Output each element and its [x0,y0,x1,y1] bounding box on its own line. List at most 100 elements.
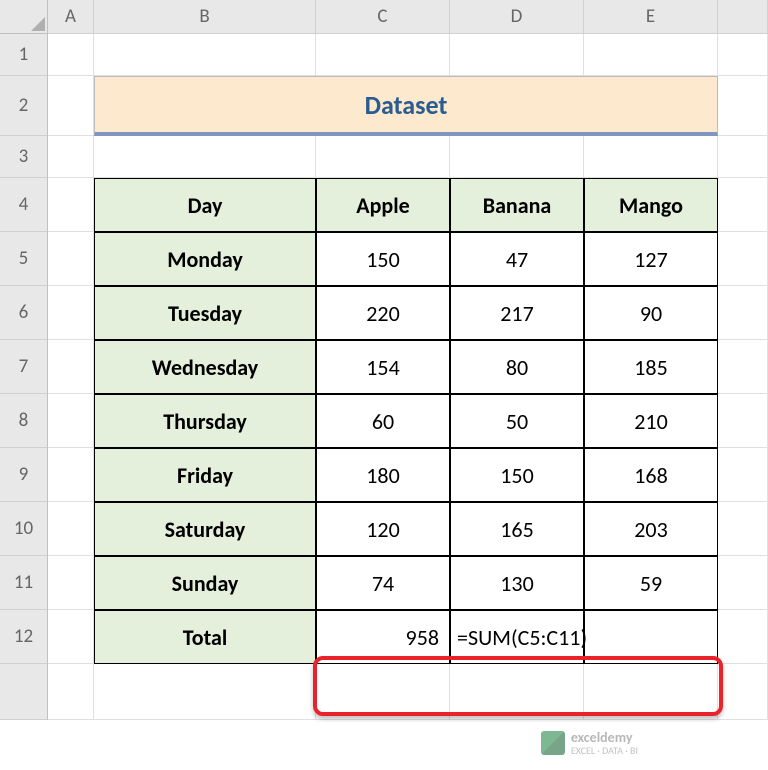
cell-extra[interactable] [584,664,718,720]
cell-extra[interactable] [48,664,94,720]
cell-b1[interactable] [94,34,316,76]
excel-icon [541,731,565,755]
cell-f10[interactable] [718,502,768,556]
data-cell[interactable]: 168 [584,448,718,502]
row-header-1[interactable]: 1 [0,34,48,76]
cell-a12[interactable] [48,610,94,664]
cell-f5[interactable] [718,232,768,286]
cell-a2[interactable] [48,76,94,136]
data-cell[interactable]: 154 [316,340,450,394]
col-header-e[interactable]: E [584,0,718,34]
day-label[interactable]: Sunday [94,556,316,610]
cell-f2[interactable] [718,76,768,136]
row-header-2[interactable]: 2 [0,76,48,136]
row-header-9[interactable]: 9 [0,448,48,502]
row-header-5[interactable]: 5 [0,232,48,286]
data-cell[interactable]: 59 [584,556,718,610]
day-label[interactable]: Saturday [94,502,316,556]
data-cell[interactable]: 185 [584,340,718,394]
data-cell[interactable]: 165 [450,502,584,556]
col-header-b[interactable]: B [94,0,316,34]
cell-d1[interactable] [450,34,584,76]
row-header-10[interactable]: 10 [0,502,48,556]
cell-extra[interactable] [316,664,450,720]
header-day[interactable]: Day [94,178,316,232]
data-cell[interactable]: 130 [450,556,584,610]
day-label[interactable]: Thursday [94,394,316,448]
watermark: exceldemy EXCEL · DATA · BI [541,730,638,756]
cell-f6[interactable] [718,286,768,340]
cell-a4[interactable] [48,178,94,232]
col-header-c[interactable]: C [316,0,450,34]
row-header-extra[interactable] [0,664,48,720]
row-header-11[interactable]: 11 [0,556,48,610]
total-label[interactable]: Total [94,610,316,664]
formula-text: =SUM(C5:C11) [457,624,587,651]
data-cell[interactable]: 210 [584,394,718,448]
cell-e3[interactable] [584,136,718,178]
cell-e12[interactable] [584,610,718,664]
cell-f4[interactable] [718,178,768,232]
data-cell[interactable]: 217 [450,286,584,340]
data-cell[interactable]: 220 [316,286,450,340]
col-header-extra[interactable] [718,0,768,34]
data-cell[interactable]: 80 [450,340,584,394]
cell-f3[interactable] [718,136,768,178]
day-label[interactable]: Wednesday [94,340,316,394]
cell-f7[interactable] [718,340,768,394]
col-header-a[interactable]: A [48,0,94,34]
data-cell[interactable]: 90 [584,286,718,340]
cell-c1[interactable] [316,34,450,76]
cell-a5[interactable] [48,232,94,286]
cell-a8[interactable] [48,394,94,448]
formula-cell-d12[interactable]: =SUM(C5:C11) [450,610,584,664]
cell-extra[interactable] [718,664,768,720]
data-cell[interactable]: 127 [584,232,718,286]
header-banana[interactable]: Banana [450,178,584,232]
row-header-7[interactable]: 7 [0,340,48,394]
cell-e1[interactable] [584,34,718,76]
cell-a7[interactable] [48,340,94,394]
cell-extra[interactable] [450,664,584,720]
data-cell[interactable]: 74 [316,556,450,610]
cell-d3[interactable] [450,136,584,178]
day-label[interactable]: Monday [94,232,316,286]
data-cell[interactable]: 47 [450,232,584,286]
select-all-corner[interactable] [0,0,48,34]
cell-b3[interactable] [94,136,316,178]
cell-f12[interactable] [718,610,768,664]
total-value-c12[interactable]: 958 [316,610,450,664]
dataset-title[interactable]: Dataset [94,76,718,136]
cell-a1[interactable] [48,34,94,76]
header-apple[interactable]: Apple [316,178,450,232]
row-header-8[interactable]: 8 [0,394,48,448]
cell-f11[interactable] [718,556,768,610]
cell-a9[interactable] [48,448,94,502]
row-header-6[interactable]: 6 [0,286,48,340]
row-header-4[interactable]: 4 [0,178,48,232]
col-header-d[interactable]: D [450,0,584,34]
header-mango[interactable]: Mango [584,178,718,232]
cell-c3[interactable] [316,136,450,178]
data-cell[interactable]: 150 [316,232,450,286]
cell-a6[interactable] [48,286,94,340]
spreadsheet-grid: A B C D E 1 2 Dataset 3 4 Day Apple [0,0,768,770]
cell-a3[interactable] [48,136,94,178]
data-cell[interactable]: 180 [316,448,450,502]
cell-extra[interactable] [94,664,316,720]
data-cell[interactable]: 120 [316,502,450,556]
cell-f9[interactable] [718,448,768,502]
cell-a11[interactable] [48,556,94,610]
row-header-3[interactable]: 3 [0,136,48,178]
data-cell[interactable]: 150 [450,448,584,502]
cell-f1[interactable] [718,34,768,76]
watermark-tagline: EXCEL · DATA · BI [571,745,638,756]
data-cell[interactable]: 203 [584,502,718,556]
day-label[interactable]: Tuesday [94,286,316,340]
cell-a10[interactable] [48,502,94,556]
row-header-12[interactable]: 12 [0,610,48,664]
day-label[interactable]: Friday [94,448,316,502]
cell-f8[interactable] [718,394,768,448]
data-cell[interactable]: 50 [450,394,584,448]
data-cell[interactable]: 60 [316,394,450,448]
